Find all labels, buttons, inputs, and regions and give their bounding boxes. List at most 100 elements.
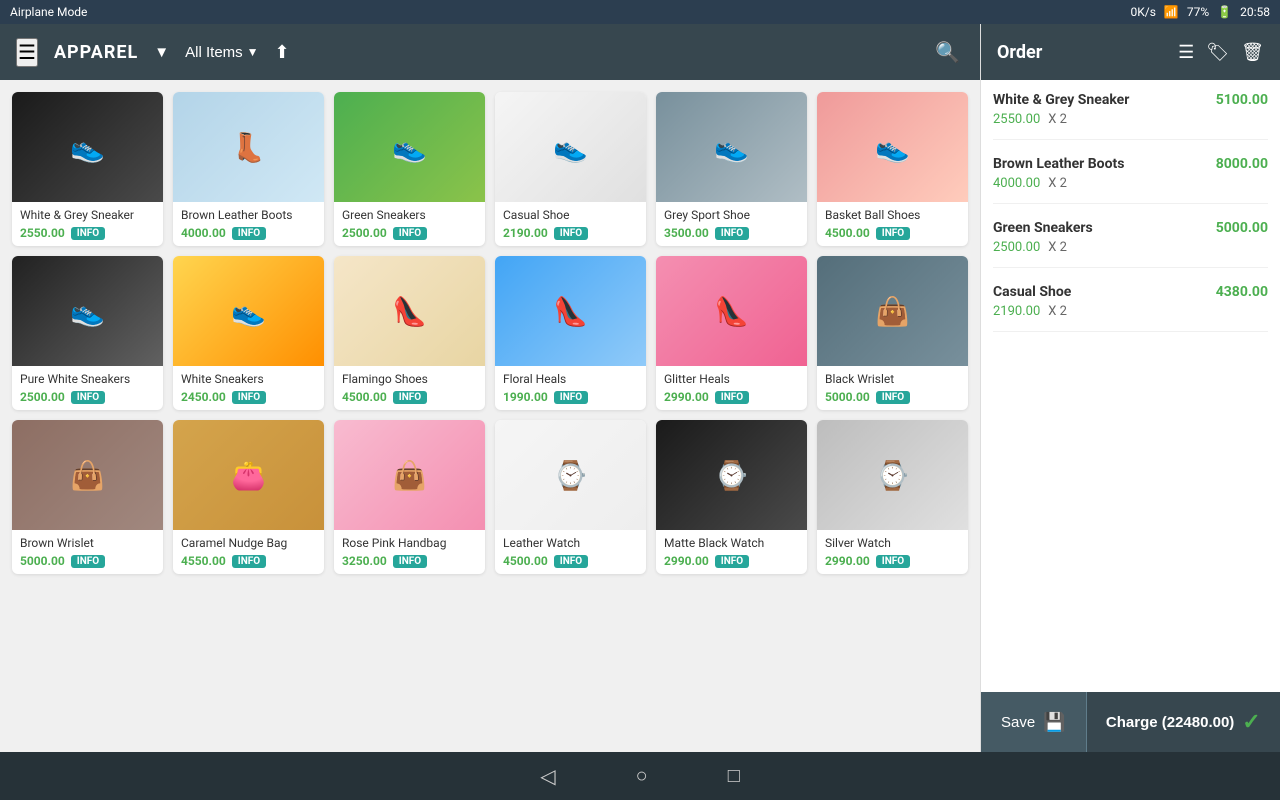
product-info: Basket Ball Shoes 4500.00 INFO — [817, 202, 968, 246]
product-card[interactable]: 👟 Basket Ball Shoes 4500.00 INFO — [817, 92, 968, 246]
brand-dropdown[interactable]: ▼ — [154, 44, 169, 61]
order-item: Brown Leather Boots 8000.00 4000.00 X 2 — [993, 156, 1268, 204]
product-card[interactable]: 👜 Rose Pink Handbag 3250.00 INFO — [334, 420, 485, 574]
order-item-header: Brown Leather Boots 8000.00 — [993, 156, 1268, 172]
info-badge[interactable]: INFO — [715, 227, 749, 240]
info-badge[interactable]: INFO — [876, 227, 910, 240]
product-info: Casual Shoe 2190.00 INFO — [495, 202, 646, 246]
product-card[interactable]: 👟 Casual Shoe 2190.00 INFO — [495, 92, 646, 246]
product-card[interactable]: 👠 Floral Heals 1990.00 INFO — [495, 256, 646, 410]
order-item-qty: X 2 — [1048, 176, 1067, 191]
product-footer: 2990.00 INFO — [664, 554, 799, 568]
info-badge[interactable]: INFO — [232, 227, 266, 240]
product-name: Flamingo Shoes — [342, 372, 477, 386]
recent-button[interactable]: □ — [728, 765, 740, 788]
info-badge[interactable]: INFO — [393, 391, 427, 404]
order-item-total: 8000.00 — [1216, 156, 1268, 172]
product-card[interactable]: ⌚ Silver Watch 2990.00 INFO — [817, 420, 968, 574]
order-tag-button[interactable]: 🏷 — [1206, 42, 1229, 63]
status-bar: Airplane Mode 0K/s 📶 77% 🔋 20:58 — [0, 0, 1280, 24]
product-name: Black Wrislet — [825, 372, 960, 386]
order-item-details: 2550.00 X 2 — [993, 112, 1268, 127]
product-name: Basket Ball Shoes — [825, 208, 960, 222]
product-info: Grey Sport Shoe 3500.00 INFO — [656, 202, 807, 246]
product-info: Silver Watch 2990.00 INFO — [817, 530, 968, 574]
order-item: White & Grey Sneaker 5100.00 2550.00 X 2 — [993, 92, 1268, 140]
product-name: Rose Pink Handbag — [342, 536, 477, 550]
info-badge[interactable]: INFO — [71, 227, 105, 240]
product-card[interactable]: 👜 Black Wrislet 5000.00 INFO — [817, 256, 968, 410]
product-image: 👛 — [173, 420, 324, 530]
status-bar-right: 0K/s 📶 77% 🔋 20:58 — [1131, 5, 1271, 19]
product-card[interactable]: ⌚ Leather Watch 4500.00 INFO — [495, 420, 646, 574]
product-card[interactable]: 👟 Pure White Sneakers 2500.00 INFO — [12, 256, 163, 410]
all-items-dropdown[interactable]: All Items ▼ — [185, 44, 258, 61]
info-badge[interactable]: INFO — [232, 391, 266, 404]
main-layout: ☰ APPAREL ▼ All Items ▼ ⬆ 🔍 👟 White & Gr… — [0, 24, 1280, 752]
info-badge[interactable]: INFO — [71, 391, 105, 404]
product-card[interactable]: 👠 Glitter Heals 2990.00 INFO — [656, 256, 807, 410]
product-name: Matte Black Watch — [664, 536, 799, 550]
product-name: Caramel Nudge Bag — [181, 536, 316, 550]
product-name: Glitter Heals — [664, 372, 799, 386]
product-footer: 2500.00 INFO — [20, 390, 155, 404]
product-image: 👟 — [12, 256, 163, 366]
product-footer: 5000.00 INFO — [20, 554, 155, 568]
product-price: 4000.00 — [181, 226, 226, 240]
info-badge[interactable]: INFO — [876, 555, 910, 568]
product-card[interactable]: 👟 Green Sneakers 2500.00 INFO — [334, 92, 485, 246]
product-name: White & Grey Sneaker — [20, 208, 155, 222]
product-image: ⌚ — [495, 420, 646, 530]
order-item-header: Green Sneakers 5000.00 — [993, 220, 1268, 236]
info-badge[interactable]: INFO — [393, 555, 427, 568]
order-delete-button[interactable]: 🗑 — [1241, 42, 1264, 63]
info-badge[interactable]: INFO — [554, 391, 588, 404]
charge-button[interactable]: Charge (22480.00) ✓ — [1087, 692, 1280, 752]
order-title: Order — [997, 42, 1166, 63]
order-item-name: Casual Shoe — [993, 284, 1071, 300]
info-badge[interactable]: INFO — [71, 555, 105, 568]
product-card[interactable]: 👛 Caramel Nudge Bag 4550.00 INFO — [173, 420, 324, 574]
info-badge[interactable]: INFO — [715, 555, 749, 568]
product-card[interactable]: 👜 Brown Wrislet 5000.00 INFO — [12, 420, 163, 574]
order-item-details: 4000.00 X 2 — [993, 176, 1268, 191]
product-footer: 4500.00 INFO — [503, 554, 638, 568]
info-badge[interactable]: INFO — [232, 555, 266, 568]
info-badge[interactable]: INFO — [554, 227, 588, 240]
order-filter-button[interactable]: ☰ — [1178, 42, 1194, 63]
product-card[interactable]: 👠 Flamingo Shoes 4500.00 INFO — [334, 256, 485, 410]
save-button[interactable]: Save 💾 — [981, 692, 1087, 752]
product-price: 5000.00 — [20, 554, 65, 568]
product-image: 👟 — [334, 92, 485, 202]
product-footer: 2990.00 INFO — [825, 554, 960, 568]
product-card[interactable]: 👟 White Sneakers 2450.00 INFO — [173, 256, 324, 410]
product-footer: 4550.00 INFO — [181, 554, 316, 568]
nav-bar: ◁ ○ □ — [0, 752, 1280, 800]
product-card[interactable]: 👟 White & Grey Sneaker 2550.00 INFO — [12, 92, 163, 246]
save-icon: 💾 — [1043, 712, 1065, 733]
product-card[interactable]: 👟 Grey Sport Shoe 3500.00 INFO — [656, 92, 807, 246]
product-card[interactable]: 👢 Brown Leather Boots 4000.00 INFO — [173, 92, 324, 246]
airplane-mode-label: Airplane Mode — [10, 5, 87, 19]
hamburger-button[interactable]: ☰ — [16, 38, 38, 67]
order-item-price: 2550.00 — [993, 112, 1040, 127]
product-footer: 2190.00 INFO — [503, 226, 638, 240]
product-image: 👠 — [334, 256, 485, 366]
battery-level: 77% — [1187, 5, 1209, 19]
info-badge[interactable]: INFO — [554, 555, 588, 568]
back-button[interactable]: ◁ — [540, 764, 555, 789]
search-button[interactable]: 🔍 — [931, 36, 964, 69]
info-badge[interactable]: INFO — [393, 227, 427, 240]
product-info: Flamingo Shoes 4500.00 INFO — [334, 366, 485, 410]
order-item-price: 2500.00 — [993, 240, 1040, 255]
product-card[interactable]: ⌚ Matte Black Watch 2990.00 INFO — [656, 420, 807, 574]
product-footer: 5000.00 INFO — [825, 390, 960, 404]
info-badge[interactable]: INFO — [876, 391, 910, 404]
charge-label: Charge (22480.00) — [1106, 714, 1234, 731]
product-footer: 2450.00 INFO — [181, 390, 316, 404]
info-badge[interactable]: INFO — [715, 391, 749, 404]
upload-button[interactable]: ⬆ — [275, 42, 290, 63]
product-info: Pure White Sneakers 2500.00 INFO — [12, 366, 163, 410]
home-button[interactable]: ○ — [636, 765, 648, 788]
product-price: 2990.00 — [664, 554, 709, 568]
